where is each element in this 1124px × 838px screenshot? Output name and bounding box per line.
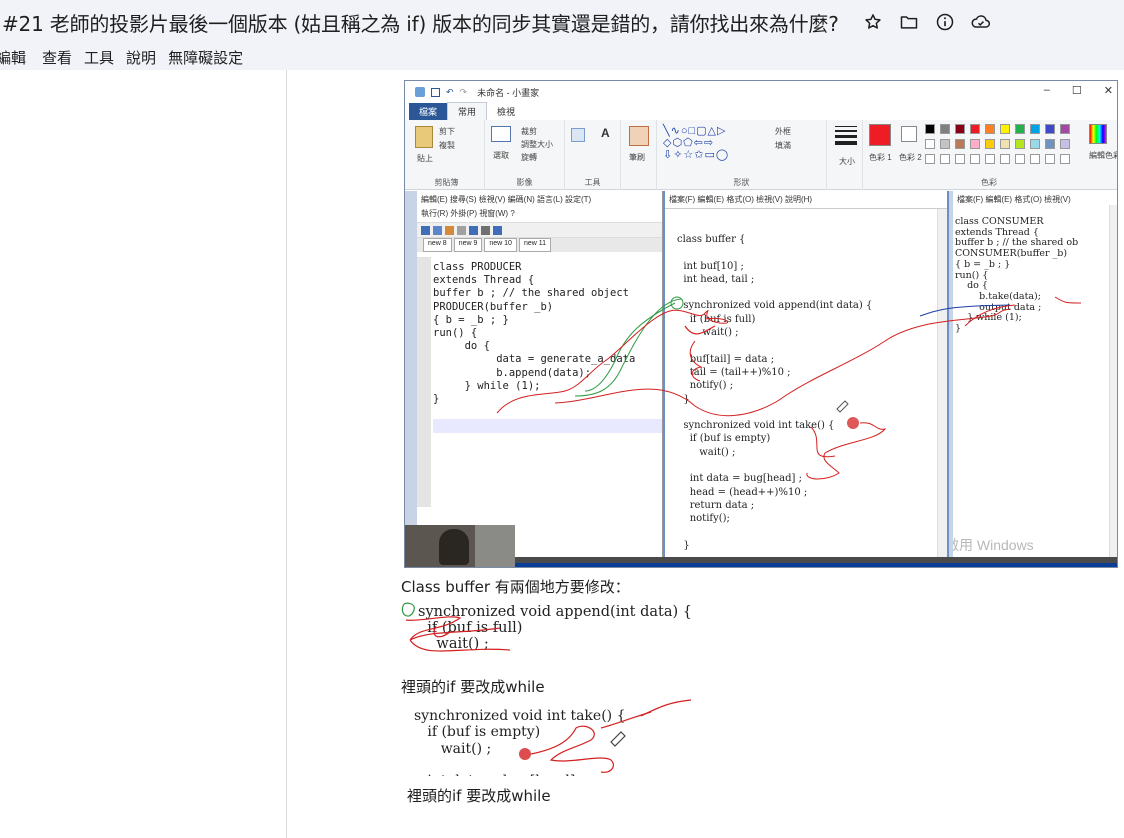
edit-colors-icon — [1089, 124, 1107, 144]
edit-colors-label: 編輯色彩 — [1089, 151, 1118, 160]
select-label: 選取 — [493, 151, 509, 160]
code-crop-take[interactable]: synchronized void int take() { if (buf i… — [401, 698, 711, 776]
menu-accessibility[interactable]: 無障礙設定 — [162, 47, 249, 68]
document-title[interactable]: #21 老師的投影片最後一個版本 (姑且稱之為 if) 版本的同步其實還是錯的，… — [2, 8, 839, 37]
close-icon: ✕ — [1103, 85, 1113, 97]
shapes-gallery: ╲∿○□▢△▷ ◇⬡⬠⇦⇨ ⇩✧☆✩▭◯ — [663, 125, 730, 161]
ribbon-group-image: 選取 裁剪 調整大小 旋轉 影像 — [485, 120, 565, 190]
color1-label: 色彩 1 — [869, 153, 892, 162]
info-icon[interactable] — [931, 8, 959, 36]
text-icon: A — [601, 126, 610, 140]
paint-tab-home: 常用 — [447, 102, 488, 120]
ribbon-group-shapes: ╲∿○□▢△▷ ◇⬡⬠⇦⇨ ⇩✧☆✩▭◯ 外框 填滿 形狀 — [657, 120, 827, 190]
select-icon — [491, 126, 511, 142]
title-bar: #21 老師的投影片最後一個版本 (姑且稱之為 if) 版本的同步其實還是錯的，… — [0, 0, 1124, 44]
undo-icon: ↶ — [446, 86, 454, 97]
paint-ribbon: 貼上 剪下 複製 剪貼簿 選取 裁剪 調整大小 旋轉 影像 A 工具 筆刷 ╲∿… — [405, 120, 1118, 190]
star-icon[interactable] — [859, 8, 887, 36]
paste-icon — [415, 126, 433, 148]
tools-group-label: 工具 — [584, 178, 601, 187]
fill-label: 填滿 — [775, 141, 791, 150]
caption-if-to-while-1[interactable]: 裡頭的if 要改成while — [401, 676, 545, 697]
colors-group-label: 色彩 — [981, 178, 997, 187]
crop-label: 裁剪 — [521, 127, 537, 136]
size-icon — [835, 126, 857, 145]
menu-tools[interactable]: 工具 — [78, 47, 120, 68]
outline-panel — [0, 70, 287, 838]
menu-help[interactable]: 說明 — [120, 47, 162, 68]
folder-icon[interactable] — [895, 8, 923, 36]
embedded-screenshot[interactable]: ↶ ↷ 未命名 - 小畫家 – ☐ ✕ 檔案 常用 檢視 貼上 剪下 複製 剪貼… — [404, 80, 1118, 568]
caption-class-buffer[interactable]: Class buffer 有兩個地方要修改： — [401, 576, 630, 597]
size-label: 大小 — [839, 157, 855, 166]
color-palette — [925, 124, 1085, 174]
ribbon-group-brushes: 筆刷 — [621, 120, 657, 190]
ribbon-group-colors: 色彩 1 色彩 2 編輯色彩 色彩 — [863, 120, 1118, 190]
paste-label: 貼上 — [417, 154, 433, 163]
minimize-icon: – — [1043, 84, 1050, 96]
color1-swatch — [869, 124, 891, 146]
cloud-sync-icon[interactable] — [967, 8, 995, 36]
paint-title-bar: ↶ ↷ 未命名 - 小畫家 – ☐ ✕ — [405, 81, 1117, 103]
ribbon-group-tools: A 工具 — [565, 120, 621, 190]
cut-label: 剪下 — [439, 127, 455, 136]
ribbon-group-clipboard: 貼上 剪下 複製 剪貼簿 — [409, 120, 485, 190]
save-icon — [431, 87, 440, 97]
pencil-icon — [571, 128, 585, 142]
shapes-group-label: 形狀 — [733, 178, 750, 187]
resize-label: 調整大小 — [521, 140, 553, 149]
code-crop-append[interactable]: synchronized void append(int data) { if … — [400, 600, 708, 670]
paint-app-icon — [415, 87, 425, 97]
redo-icon: ↷ — [459, 86, 468, 97]
paint-window-title: 未命名 - 小畫家 — [477, 87, 540, 98]
paint-tab-view: 檢視 — [497, 107, 516, 117]
title-actions — [859, 8, 995, 36]
caption-if-to-while-2[interactable]: 裡頭的if 要改成while — [407, 785, 551, 806]
menu-bar: 編輯 查看 工具 說明 無障礙設定 — [0, 44, 1124, 70]
crop1-annotations — [401, 602, 511, 652]
ribbon-group-size: 大小 — [827, 120, 863, 190]
copy-label: 複製 — [439, 141, 455, 150]
annotation-strokes — [496, 296, 1082, 480]
clipboard-group-label: 剪貼簿 — [434, 178, 459, 187]
paint-canvas: 編輯(E) 搜尋(S) 檢視(V) 編碼(N) 語言(L) 設定(T) 執行(R… — [405, 191, 1117, 567]
menu-view[interactable]: 查看 — [36, 47, 78, 68]
paint-ribbon-tabs: 檔案 常用 檢視 — [405, 102, 1117, 120]
outline-label: 外框 — [775, 127, 791, 136]
maximize-icon: ☐ — [1071, 85, 1082, 97]
document-body: ↶ ↷ 未命名 - 小畫家 – ☐ ✕ 檔案 常用 檢視 貼上 剪下 複製 剪貼… — [288, 70, 1124, 838]
menu-edit[interactable]: 編輯 — [0, 47, 32, 68]
brush-icon — [629, 126, 649, 146]
image-group-label: 影像 — [516, 178, 533, 187]
crop2-annotations — [519, 699, 692, 773]
rotate-label: 旋轉 — [521, 153, 537, 162]
brushes-label: 筆刷 — [629, 153, 645, 162]
color2-label: 色彩 2 — [899, 153, 922, 162]
color2-swatch — [901, 126, 917, 142]
paint-tab-file: 檔案 — [409, 103, 448, 120]
